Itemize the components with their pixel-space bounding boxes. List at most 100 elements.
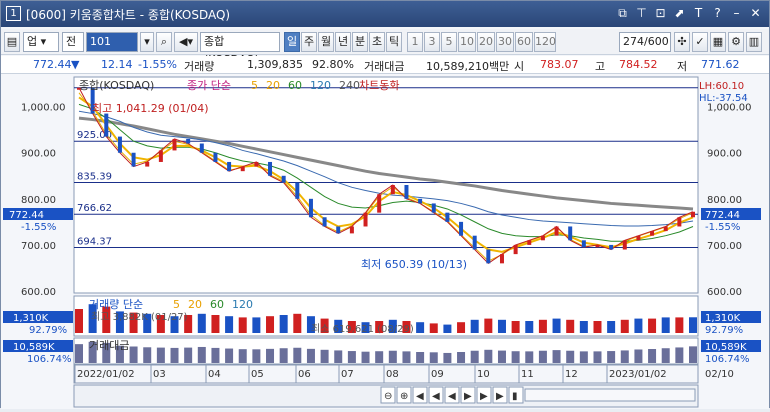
code-input[interactable]: 101 [86,32,138,52]
volume-bar [552,318,561,333]
period-5-button[interactable]: 초 [369,32,385,52]
amount-bar [388,350,397,363]
pin-icon[interactable]: ⊤ [634,5,649,21]
scroll-button-icon: ▮ [512,391,518,402]
count-display: 274/600 [619,32,671,52]
period-3-button[interactable]: 년 [335,32,351,52]
amount-bar [497,350,506,363]
speaker-icon[interactable]: ◀▾ [174,32,198,52]
check-pattern-icon[interactable]: ✓ [692,32,708,52]
hline-label: 835.39 [77,172,112,183]
chart-legend-ma: 종가 단순 [187,79,231,92]
candle [609,244,614,250]
amount-bar [279,348,288,363]
scroll-button-icon: ◀ [416,391,424,402]
layers-icon[interactable]: ▦ [710,32,726,52]
restore-down-icon[interactable]: ⧉ [615,5,630,21]
code-dropdown-icon[interactable]: ▾ [140,32,154,52]
candle [540,235,545,241]
candle [199,143,204,153]
layout-icon[interactable]: ▤ [4,32,20,52]
price-chart-svg[interactable]: 925.00835.39766.62694.37 1,000.00 1,000.0… [1,75,769,409]
crosshair-icon[interactable]: ✣ [674,32,690,52]
min-label: 최저 650.39 (10/13) [361,258,467,271]
x-label: 03 [153,369,166,380]
amount-bar [525,351,534,363]
amount-bar [252,349,261,363]
candle [663,226,668,232]
sidebar-icon[interactable]: ▥ [746,32,762,52]
interval-4-button[interactable]: 20 [477,32,495,52]
scroll-button-icon: ⊕ [400,391,408,402]
period-1-button[interactable]: 주 [301,32,317,52]
candle [186,138,191,144]
candle [295,182,300,199]
scroll-button-icon: ▶ [464,391,472,402]
volume-bar [293,313,302,333]
interval-3-button[interactable]: 10 [458,32,476,52]
volume-bar [429,323,438,333]
interval-1-button[interactable]: 3 [424,32,440,52]
interval-0-button[interactable]: 1 [407,32,423,52]
candle [240,166,245,172]
volume-bar [238,317,247,333]
amt-last-left: 10,589K [13,342,55,353]
period-6-button[interactable]: 틱 [386,32,402,52]
amount-bar [566,350,575,363]
period-0-button[interactable]: 일 [284,32,300,52]
volume-bar [689,317,697,333]
vol-min-text: 최소 619,621 (08/29) [311,323,414,335]
candle [308,198,313,218]
period-4-button[interactable]: 분 [352,32,368,52]
info-volume-label: 거래량 [184,60,215,73]
fit-window-icon[interactable]: ⊡ [653,5,668,21]
market-select[interactable]: 업 ▾ [23,32,59,52]
candle [486,249,491,264]
amount-bar [156,347,165,363]
amount-bar [197,346,206,363]
interval-2-button[interactable]: 5 [441,32,457,52]
interval-5-button[interactable]: 30 [496,32,514,52]
text-icon[interactable]: T [691,5,706,21]
period-2-button[interactable]: 월 [318,32,334,52]
amount-bar [320,349,329,363]
vol-last-left: 1,310K [13,313,49,324]
info-low: 771.62 [701,58,740,71]
volume-bar [484,318,493,333]
candle [268,161,273,176]
price-tick-left: 700.00 [21,241,56,252]
info-change: 12.14 [101,58,133,71]
category-select[interactable]: 전 [62,32,84,52]
sync-label[interactable]: 차트동화 [359,79,399,92]
scroll-button-icon: ▶ [496,391,504,402]
x-label: 08 [386,369,399,380]
chart-icon[interactable]: ⬈ [672,5,687,21]
volume-bar [211,315,220,333]
help-icon[interactable]: ? [710,5,725,21]
search-icon[interactable]: ⌕ [156,32,172,52]
title-icons: ⧉ ⊤ ⊡ ⬈ T ? – ✕ [615,5,763,21]
candle [322,217,327,227]
scroll-track[interactable] [524,388,696,402]
chart-area[interactable]: 925.00 835.39 766.62 694.37 1,000.00 1,000.0… [1,75,769,409]
amount-bar [170,347,179,363]
lh-label: LH:60.10 [699,81,744,92]
candle [431,203,436,213]
interval-6-button[interactable]: 60 [515,32,533,52]
name-display: 종합(KOSDAQ) [200,32,280,66]
x-label: 2022/01/02 [77,369,135,380]
price-tick-left: 1,000.00 [21,103,66,114]
amount-bar [689,346,697,363]
candle [568,226,573,241]
max-label: 최고 1,041.29 (01/04) [92,102,209,115]
settings-icon[interactable]: ⚙ [728,32,744,52]
interval-7-button[interactable]: 120 [534,32,556,52]
close-icon[interactable]: ✕ [748,5,763,21]
volume-bar [225,316,234,333]
minimize-icon[interactable]: – [729,5,744,21]
amount-bar [443,352,452,363]
volume-bar [566,319,575,333]
volume-bar [593,321,602,333]
amount-bar [416,352,425,363]
amount-bar [484,349,493,363]
